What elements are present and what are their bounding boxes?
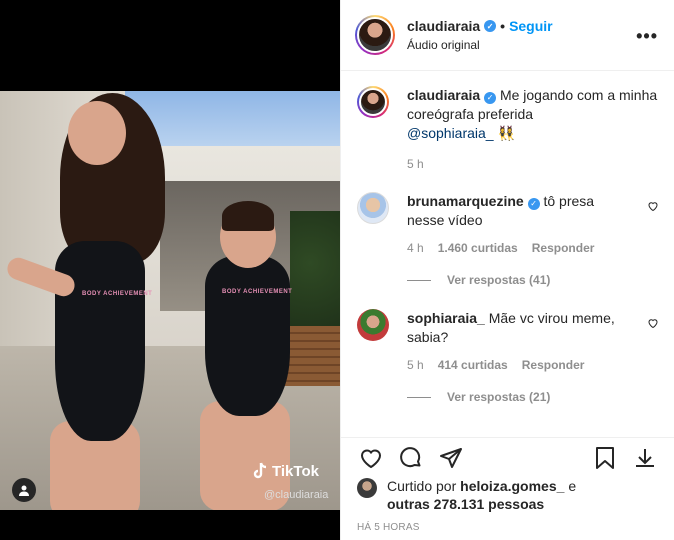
comment: sophiaraia_ Mãe vc virou meme, sabia? — [357, 309, 659, 347]
verified-icon: ✓ — [484, 91, 497, 104]
reply-button[interactable]: Responder — [522, 358, 585, 372]
header-line: claudiaraia ✓ • Seguir — [407, 18, 553, 34]
comment-meta: 5 h 414 curtidas Responder — [407, 358, 659, 372]
caption-time[interactable]: 5 h — [407, 157, 424, 171]
tiktok-handle: @claudiaraia — [264, 489, 329, 501]
comment: brunamarquezine ✓ tô presa nesse vídeo — [357, 192, 659, 230]
action-bar-right — [591, 444, 659, 472]
comment-avatar[interactable] — [357, 192, 389, 224]
video-plants — [290, 211, 340, 341]
likes-others[interactable]: outras 278.131 pessoas — [387, 496, 544, 512]
verified-icon: ✓ — [527, 197, 540, 210]
caption-meta: 5 h — [407, 157, 659, 171]
reply-button[interactable]: Responder — [532, 241, 595, 255]
author-avatar[interactable] — [355, 15, 395, 55]
video-frame[interactable]: BODY ACHIEVEMENT BODY ACHIEVEMENT — [0, 91, 340, 510]
comment-likes[interactable]: 1.460 curtidas — [438, 241, 518, 255]
user-icon — [19, 485, 29, 496]
caption-avatar-image — [359, 88, 387, 116]
verified-icon: ✓ — [484, 20, 497, 32]
comment-likes[interactable]: 414 curtidas — [438, 358, 508, 372]
separator-dot: • — [500, 18, 506, 34]
swimsuit-print: BODY ACHIEVEMENT — [82, 291, 153, 297]
tiktok-icon — [253, 462, 267, 479]
tiktok-watermark: TikTok — [252, 462, 319, 480]
replies-divider — [407, 279, 431, 281]
comment-like-heart-icon[interactable] — [647, 317, 659, 329]
post-header-text: claudiaraia ✓ • Seguir Áudio original — [407, 18, 553, 52]
heart-icon — [360, 449, 382, 468]
comment-like-heart-icon[interactable] — [647, 200, 659, 212]
comment-icon — [400, 446, 421, 467]
tiktok-brand: TikTok — [272, 462, 319, 480]
view-replies-label: Ver respostas (21) — [447, 390, 551, 404]
caption-username[interactable]: claudiaraia — [407, 87, 480, 103]
comment-text: brunamarquezine ✓ tô presa nesse vídeo — [407, 192, 659, 230]
comment-time[interactable]: 5 h — [407, 358, 424, 372]
comment-button[interactable] — [397, 444, 425, 472]
bookmark-icon — [596, 446, 614, 469]
download-icon — [636, 448, 654, 467]
caption-text: claudiaraia ✓ Me jogando com a minha cor… — [407, 86, 659, 143]
more-options-icon[interactable]: ••• — [636, 26, 658, 47]
action-bar — [341, 437, 674, 477]
likes-summary: Curtido por heloiza.gomes_ e outras 278.… — [357, 477, 576, 513]
liker-username[interactable]: heloiza.gomes_ — [460, 478, 564, 494]
swimsuit-print: BODY ACHIEVEMENT — [222, 289, 293, 295]
audio-link[interactable]: Áudio original — [407, 38, 553, 52]
comment-meta: 4 h 1.460 curtidas Responder — [407, 241, 659, 255]
follow-button[interactable]: Seguir — [509, 18, 553, 34]
post-side-panel: claudiaraia ✓ • Seguir Áudio original ••… — [340, 0, 674, 540]
dancer-1-swimsuit — [55, 241, 145, 441]
liker-avatar[interactable] — [357, 478, 377, 498]
author-avatar-image — [357, 17, 393, 53]
view-replies-label: Ver respostas (41) — [447, 273, 551, 287]
user-tag-button[interactable] — [12, 478, 36, 502]
caption-avatar[interactable] — [357, 86, 389, 118]
likes-text: Curtido por heloiza.gomes_ e outras 278.… — [387, 477, 576, 513]
comments-section[interactable]: claudiaraia ✓ Me jogando com a minha cor… — [341, 72, 674, 437]
paper-plane-icon — [440, 447, 462, 468]
post-header: claudiaraia ✓ • Seguir Áudio original ••… — [341, 0, 674, 71]
likes-prefix: Curtido por — [387, 478, 457, 494]
comment-text: sophiaraia_ Mãe vc virou meme, sabia? — [407, 309, 659, 347]
author-username[interactable]: claudiaraia — [407, 18, 480, 34]
comment-username[interactable]: sophiaraia_ — [407, 310, 485, 326]
view-replies-button[interactable]: Ver respostas (21) — [407, 390, 659, 404]
caption-mention[interactable]: @sophiaraia_ — [407, 125, 494, 141]
save-button[interactable] — [591, 444, 619, 472]
post-media[interactable]: BODY ACHIEVEMENT BODY ACHIEVEMENT TikTok… — [0, 0, 340, 540]
comment-username[interactable]: brunamarquezine — [407, 193, 524, 209]
dancer-2-swimsuit — [205, 256, 290, 416]
caption: claudiaraia ✓ Me jogando com a minha cor… — [357, 86, 659, 143]
dancer-2-hair — [222, 201, 274, 231]
caption-emoji: 👯‍♀️ — [497, 125, 515, 141]
comment-time[interactable]: 4 h — [407, 241, 424, 255]
download-button[interactable] — [631, 444, 659, 472]
comment-avatar[interactable] — [357, 309, 389, 341]
share-button[interactable] — [437, 444, 465, 472]
dancer-1-face — [68, 101, 126, 165]
replies-divider — [407, 396, 431, 398]
likes-and: e — [568, 478, 577, 494]
post-timestamp[interactable]: HÁ 5 HORAS — [357, 522, 420, 533]
like-button[interactable] — [357, 444, 385, 472]
view-replies-button[interactable]: Ver respostas (41) — [407, 273, 659, 287]
